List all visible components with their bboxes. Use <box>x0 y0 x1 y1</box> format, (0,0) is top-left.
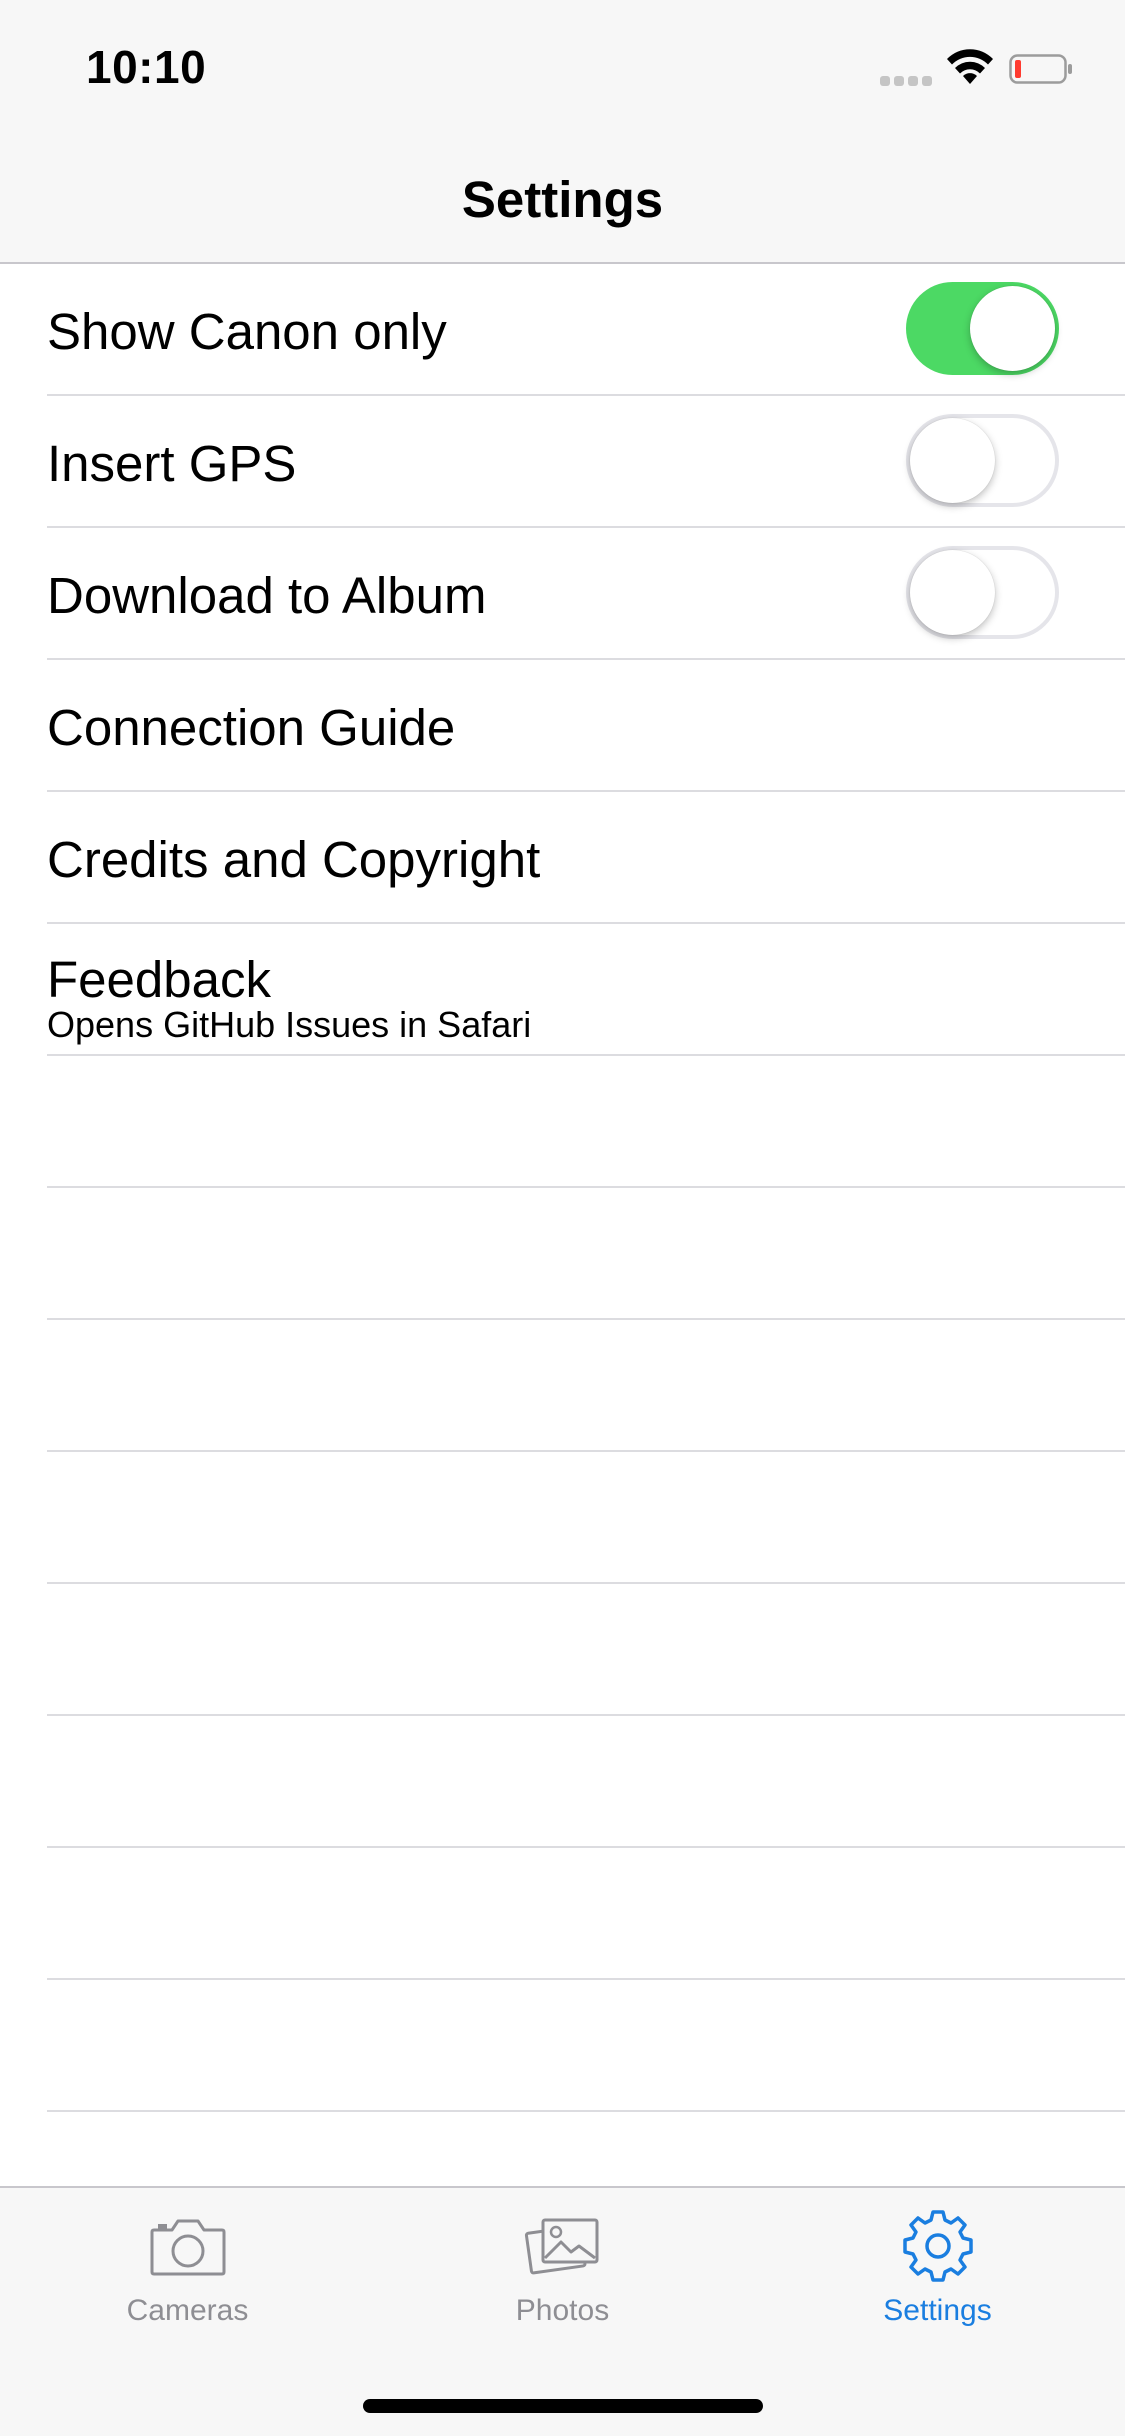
setting-label: Download to Album <box>47 567 487 624</box>
toggle-knob <box>910 418 995 503</box>
toggle-knob <box>910 550 995 635</box>
page-title: Settings <box>461 171 664 228</box>
gear-icon <box>902 2210 973 2282</box>
empty-row <box>0 2112 1125 2186</box>
setting-row-insert-gps: Insert GPS <box>0 396 1125 528</box>
battery-icon <box>1009 54 1072 84</box>
setting-row-download-to-album: Download to Album <box>0 528 1125 660</box>
insert-gps-toggle[interactable] <box>906 414 1059 507</box>
tab-label: Cameras <box>126 2294 249 2327</box>
setting-row-show-canon-only: Show Canon only <box>0 264 1125 396</box>
status-time: 10:10 <box>86 41 207 93</box>
tab-settings[interactable]: Settings <box>750 2188 1125 2348</box>
empty-row <box>0 1452 1125 1584</box>
setting-label: Insert GPS <box>47 435 297 492</box>
setting-label: Credits and Copyright <box>47 831 541 888</box>
home-indicator[interactable] <box>363 2399 763 2413</box>
setting-label: Show Canon only <box>47 303 447 360</box>
empty-row <box>0 1980 1125 2112</box>
setting-label: Feedback <box>47 951 271 1008</box>
setting-row-connection-guide[interactable]: Connection Guide <box>0 660 1125 792</box>
show-canon-only-toggle[interactable] <box>906 282 1059 375</box>
empty-row <box>0 1320 1125 1452</box>
camera-icon <box>150 2219 225 2276</box>
wifi-icon <box>947 49 993 84</box>
photos-icon <box>524 2218 598 2275</box>
download-to-album-toggle[interactable] <box>906 546 1059 639</box>
empty-row <box>0 1056 1125 1188</box>
settings-table: Show Canon only Insert GPS Download to A… <box>0 264 1125 2186</box>
tab-label: Photos <box>515 2294 610 2327</box>
tab-cameras[interactable]: Cameras <box>0 2188 375 2348</box>
setting-row-feedback[interactable]: Feedback Opens GitHub Issues in Safari <box>0 924 1125 1056</box>
tab-bar: Cameras Photos Settings <box>0 2186 1125 2436</box>
empty-row <box>0 1848 1125 1980</box>
setting-row-credits-and-copyright[interactable]: Credits and Copyright <box>0 792 1125 924</box>
tab-photos[interactable]: Photos <box>375 2188 750 2348</box>
navigation-bar: Settings <box>0 132 1125 264</box>
setting-label: Connection Guide <box>47 699 456 756</box>
empty-row <box>0 1584 1125 1716</box>
empty-row <box>0 1188 1125 1320</box>
cellular-signal-icon <box>880 76 934 86</box>
setting-subtitle: Opens GitHub Issues in Safari <box>47 1004 532 1045</box>
tab-label: Settings <box>883 2294 992 2327</box>
status-bar: 10:10 <box>0 0 1125 132</box>
toggle-knob <box>970 286 1055 371</box>
empty-row <box>0 1716 1125 1848</box>
